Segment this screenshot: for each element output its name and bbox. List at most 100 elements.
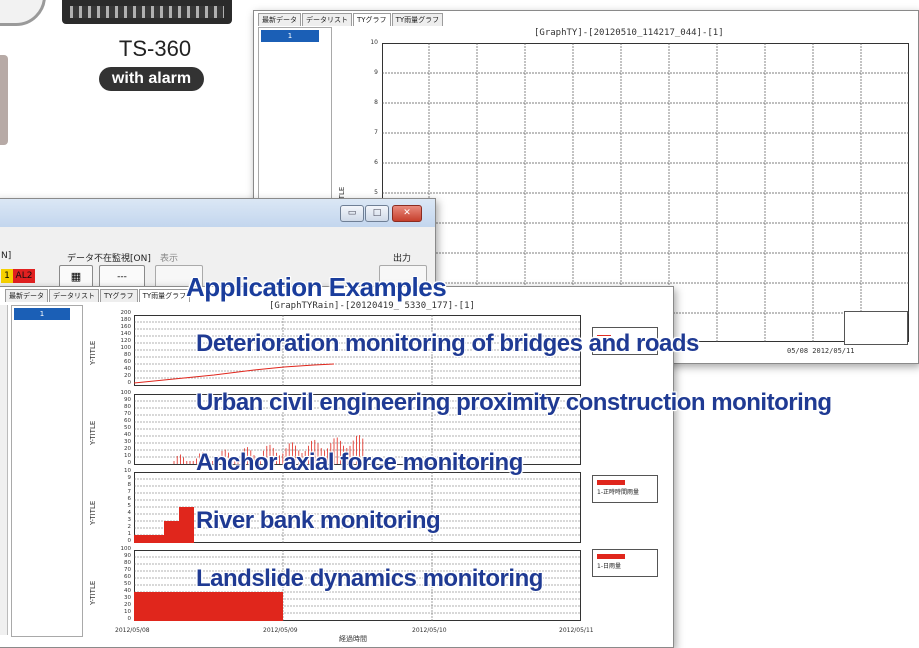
y-tick: 80 <box>124 560 131 566</box>
alarm-ch1-indicator: 1 <box>1 269 13 283</box>
y-tick: 60 <box>124 418 131 424</box>
y-tick: 20 <box>124 602 131 608</box>
y-tick: 10 <box>124 453 131 459</box>
y-axis-title: Y-TITLE <box>89 500 97 525</box>
minimize-button[interactable]: ▭ <box>340 205 364 222</box>
y-tick: 6 <box>374 159 378 166</box>
legend-daily-label: 1-日雨量 <box>597 563 621 570</box>
y-tick: 60 <box>124 574 131 580</box>
legend-hourly-label: 1-正時時間雨量 <box>597 489 639 496</box>
nodata-monitor-label: データ不在監視[ON] <box>67 254 151 264</box>
y-tick: 1 <box>127 531 132 537</box>
y-tick: 5 <box>127 503 132 509</box>
device-illustration <box>0 0 46 26</box>
close-button[interactable]: ✕ <box>392 205 422 222</box>
y-tick: 140 <box>120 331 132 337</box>
y-tick: 0 <box>127 460 132 466</box>
y-tick: 8 <box>374 99 378 106</box>
tab-ty-graph[interactable]: TYグラフ <box>353 13 391 26</box>
y-tick: 70 <box>124 567 131 573</box>
tab-ty-rain-graph[interactable]: TY雨量グラフ <box>391 13 444 26</box>
display-group-label: 表示 <box>160 254 179 264</box>
overlay-item: Landslide dynamics monitoring <box>196 565 543 592</box>
y-tick: 40 <box>124 366 131 372</box>
output-group-label: 出力 <box>393 254 412 264</box>
tab-strip: 最新データ データリスト TYグラフ TY雨量グラフ <box>258 13 444 26</box>
status-label-left: N] <box>1 251 12 261</box>
tab-latest-data[interactable]: 最新データ <box>258 13 301 26</box>
legend-hourly: 1-正時時間雨量 <box>592 475 658 503</box>
tab-data-list[interactable]: データリスト <box>49 289 99 302</box>
alarm-badge: with alarm <box>99 67 204 91</box>
y-tick: 9 <box>374 69 378 76</box>
x-date-fragment: 05/08 2012/05/11 <box>787 347 855 355</box>
y-tick: 5 <box>374 189 378 196</box>
y-axis-title: Y-TITLE <box>89 340 97 365</box>
overlay-heading: Application Examples <box>186 272 447 302</box>
x-tick: 2012/05/11 <box>559 627 594 634</box>
y-tick: 100 <box>120 345 132 351</box>
y-tick: 100 <box>120 390 132 396</box>
y-tick: 10 <box>124 609 131 615</box>
y-tick: 2 <box>127 524 132 530</box>
y-tick: 0 <box>127 616 132 622</box>
overlay-item: Anchor axial force monitoring <box>196 449 523 476</box>
tab-strip: 最新データ データリスト TYグラフ TY雨量グラフ <box>5 289 191 302</box>
y-tick: 90 <box>124 397 131 403</box>
y-tick: 8 <box>127 482 132 488</box>
y-tick: 80 <box>124 352 131 358</box>
y-tick: 100 <box>120 546 132 552</box>
y-tick: 0 <box>127 380 132 386</box>
y-tick: 30 <box>124 595 131 601</box>
y-tick: 90 <box>124 553 131 559</box>
y-tick: 10 <box>370 39 378 46</box>
device-side-panel <box>0 55 8 145</box>
channel-list[interactable]: 1 <box>11 305 83 637</box>
y-tick: 9 <box>127 475 132 481</box>
overlay-item: River bank monitoring <box>196 507 441 534</box>
y-tick: 7 <box>127 489 132 495</box>
y-tick: 3 <box>127 517 132 523</box>
y-tick: 50 <box>124 581 131 587</box>
x-tick: 2012/05/10 <box>412 627 447 634</box>
y-tick: 40 <box>124 588 131 594</box>
y-axis-title: Y-TITLE <box>89 580 97 605</box>
y-tick: 80 <box>124 404 131 410</box>
y-tick: 10 <box>124 468 131 474</box>
alarm-al2-indicator: AL2 <box>13 269 35 283</box>
left-side-strip <box>0 305 8 635</box>
y-tick: 30 <box>124 439 131 445</box>
y-tick: 7 <box>374 129 378 136</box>
y-tick: 20 <box>124 373 131 379</box>
y-tick: 180 <box>120 317 132 323</box>
y-tick: 160 <box>120 324 132 330</box>
x-tick: 2012/05/08 <box>115 627 150 634</box>
y-tick: 200 <box>120 310 132 316</box>
tab-latest-data[interactable]: 最新データ <box>5 289 48 302</box>
y-axis-title: Y-TITLE <box>89 420 97 445</box>
window-titlebar: ▭ □ ✕ <box>0 199 435 227</box>
y-tick: 20 <box>124 446 131 452</box>
daily-rain-bar <box>134 592 283 621</box>
legend-daily: 1-日雨量 <box>592 549 658 577</box>
overlay-item: Urban civil engineering proximity constr… <box>196 389 832 416</box>
x-tick: 2012/05/09 <box>263 627 298 634</box>
tab-ty-graph[interactable]: TYグラフ <box>100 289 138 302</box>
channel-item[interactable]: 1 <box>14 308 70 320</box>
ts360-logger-image <box>62 0 232 24</box>
overlay-item: Deterioration monitoring of bridges and … <box>196 330 699 357</box>
model-name: TS-360 <box>118 36 192 61</box>
channel-item[interactable]: 1 <box>261 30 319 42</box>
y-tick: 0 <box>127 538 132 544</box>
y-tick: 60 <box>124 359 131 365</box>
tab-data-list[interactable]: データリスト <box>302 13 352 26</box>
y-tick: 50 <box>124 425 131 431</box>
y-tick: 4 <box>127 510 132 516</box>
legend-box <box>844 311 908 345</box>
tab-ty-rain-graph[interactable]: TY雨量グラフ <box>138 289 191 302</box>
y-tick: 40 <box>124 432 131 438</box>
y-tick: 120 <box>120 338 132 344</box>
y-tick: 6 <box>127 496 132 502</box>
maximize-button[interactable]: □ <box>365 205 389 222</box>
graph-title: [GraphTY]-[20120510_114217_044]-[1] <box>534 28 724 38</box>
